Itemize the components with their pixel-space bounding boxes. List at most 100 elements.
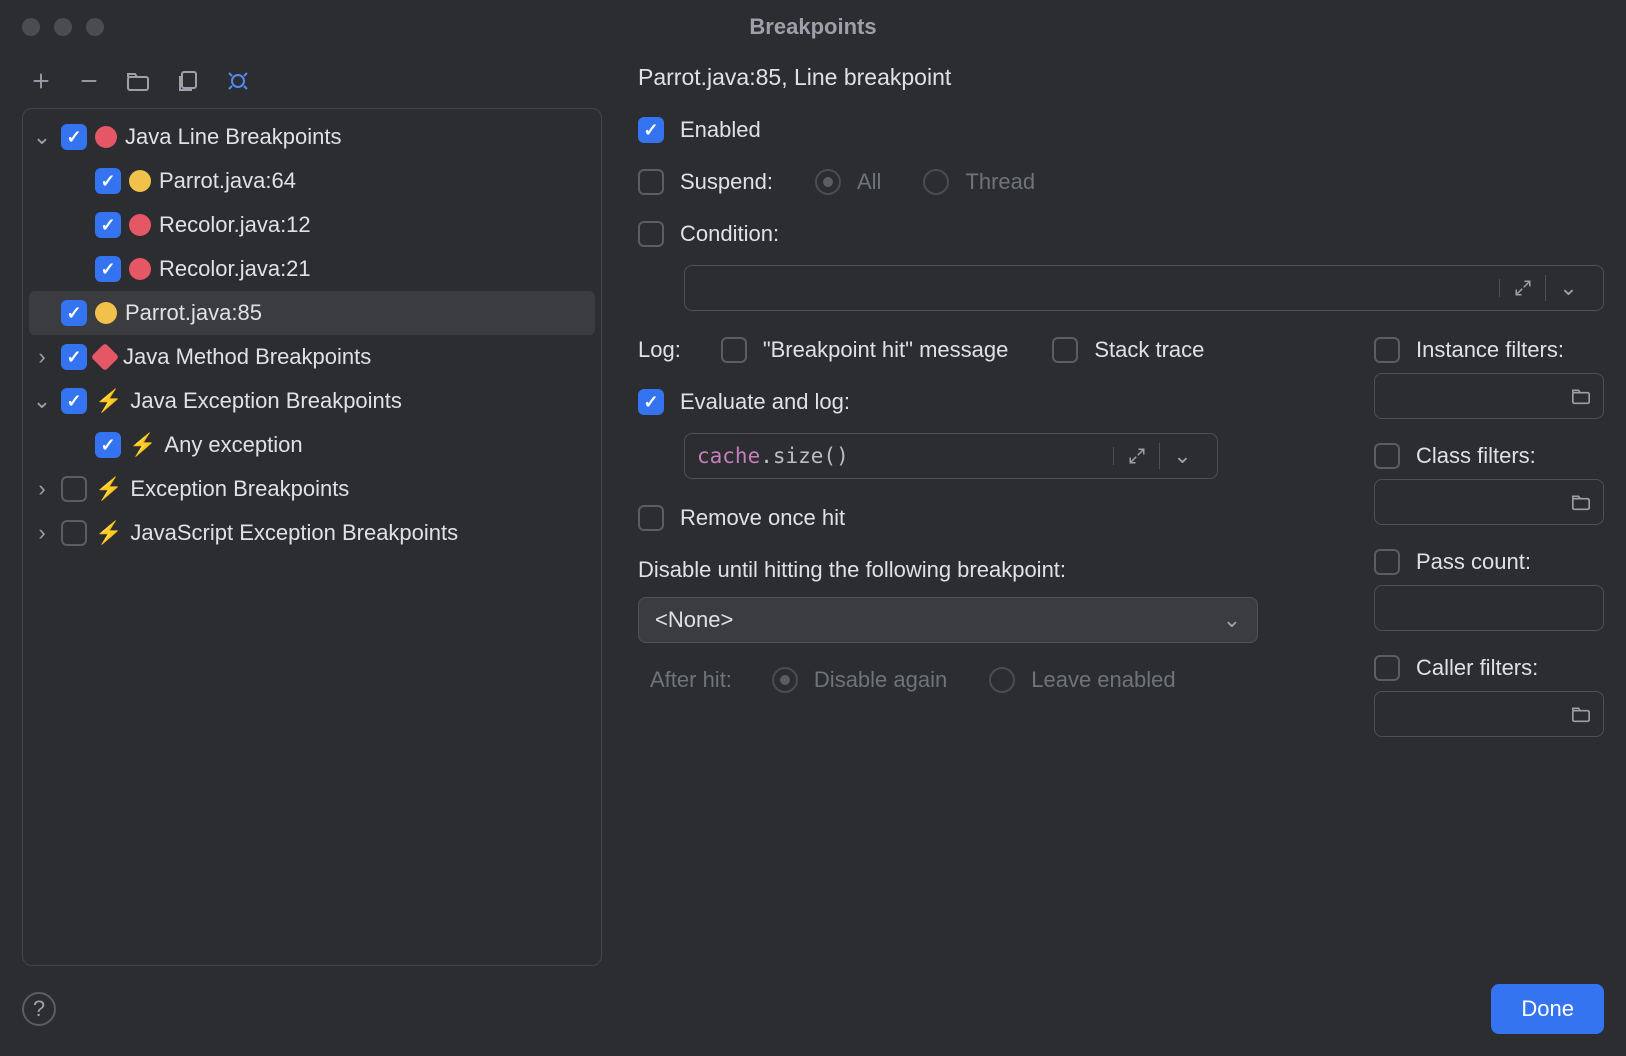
suspend-thread-label: Thread [965, 169, 1035, 195]
checkbox[interactable] [61, 520, 87, 546]
checkbox[interactable] [95, 212, 121, 238]
disable-until-label: Disable until hitting the following brea… [638, 557, 1334, 583]
breakpoint-diamond-icon [91, 343, 119, 371]
window-title: Breakpoints [0, 14, 1626, 40]
breakpoint-circle-icon [95, 126, 117, 148]
caller-filters-checkbox[interactable] [1374, 655, 1400, 681]
folder-icon [1571, 387, 1591, 405]
eval-checkbox[interactable] [638, 389, 664, 415]
log-hit-label: "Breakpoint hit" message [763, 337, 1009, 363]
checkbox[interactable] [61, 476, 87, 502]
caller-filters-label: Caller filters: [1416, 655, 1538, 681]
tree-item[interactable]: Parrot.java:64 [23, 159, 601, 203]
bolt-icon: ⚡ [95, 388, 122, 414]
suspend-thread-radio[interactable] [923, 169, 949, 195]
bolt-icon: ⚡ [95, 520, 122, 546]
expand-icon[interactable] [1499, 279, 1545, 297]
folder-icon [1571, 705, 1591, 723]
suspend-all-label: All [857, 169, 881, 195]
log-label: Log: [638, 337, 681, 363]
suspend-all-radio[interactable] [815, 169, 841, 195]
after-hit-leave-radio[interactable] [989, 667, 1015, 693]
folder-icon [1571, 493, 1591, 511]
instance-filters-checkbox[interactable] [1374, 337, 1400, 363]
breakpoints-toolbar [22, 64, 602, 108]
remove-once-label: Remove once hit [680, 505, 845, 531]
instance-filters-label: Instance filters: [1416, 337, 1564, 363]
log-stack-label: Stack trace [1094, 337, 1204, 363]
pass-count-checkbox[interactable] [1374, 549, 1400, 575]
tree-label: Recolor.java:12 [159, 212, 311, 238]
tree-label: Java Line Breakpoints [125, 124, 341, 150]
eval-code-rest: .size() [760, 444, 849, 468]
tree-item-selected[interactable]: Parrot.java:85 [29, 291, 595, 335]
tree-group-exception[interactable]: › ⚡ Exception Breakpoints [23, 467, 601, 511]
eval-input[interactable]: cache.size() ⌄ [684, 433, 1218, 479]
chevron-down-icon[interactable]: ⌄ [31, 124, 53, 150]
chevron-down-icon[interactable]: ⌄ [1159, 443, 1205, 469]
condition-input[interactable]: ⌄ [684, 265, 1604, 311]
pass-count-input[interactable] [1374, 585, 1604, 631]
breakpoint-circle-icon [129, 170, 151, 192]
log-stack-checkbox[interactable] [1052, 337, 1078, 363]
breakpoint-circle-icon [129, 214, 151, 236]
tree-label: Java Method Breakpoints [123, 344, 371, 370]
chevron-down-icon[interactable]: ⌄ [31, 388, 53, 414]
tree-label: Exception Breakpoints [130, 476, 349, 502]
enabled-label: Enabled [680, 117, 761, 143]
tree-label: Java Exception Breakpoints [130, 388, 402, 414]
tree-item[interactable]: Recolor.java:21 [23, 247, 601, 291]
class-filters-checkbox[interactable] [1374, 443, 1400, 469]
tree-label: JavaScript Exception Breakpoints [130, 520, 458, 546]
disable-until-select[interactable]: <None> ⌄ [638, 597, 1258, 643]
chevron-right-icon[interactable]: › [31, 520, 53, 546]
condition-label: Condition: [680, 221, 779, 247]
breakpoint-title: Parrot.java:85, Line breakpoint [638, 64, 1604, 91]
group-by-file-icon[interactable] [176, 70, 200, 92]
tree-label: Parrot.java:64 [159, 168, 296, 194]
checkbox[interactable] [61, 344, 87, 370]
checkbox[interactable] [61, 124, 87, 150]
tree-item[interactable]: Recolor.java:12 [23, 203, 601, 247]
help-button[interactable]: ? [22, 992, 56, 1026]
after-hit-disable-radio[interactable] [772, 667, 798, 693]
expand-icon[interactable] [1113, 447, 1159, 465]
checkbox[interactable] [95, 432, 121, 458]
group-by-package-icon[interactable] [126, 70, 150, 92]
enabled-checkbox[interactable] [638, 117, 664, 143]
chevron-down-icon[interactable]: ⌄ [1545, 275, 1591, 301]
tree-item[interactable]: ⚡ Any exception [23, 423, 601, 467]
bolt-icon: ⚡ [129, 432, 156, 458]
condition-checkbox[interactable] [638, 221, 664, 247]
after-hit-label: After hit: [650, 667, 732, 693]
add-icon[interactable] [30, 70, 52, 92]
checkbox[interactable] [61, 388, 87, 414]
checkbox[interactable] [95, 168, 121, 194]
chevron-right-icon[interactable]: › [31, 476, 53, 502]
tree-group-java-exception[interactable]: ⌄ ⚡ Java Exception Breakpoints [23, 379, 601, 423]
checkbox[interactable] [95, 256, 121, 282]
bolt-icon: ⚡ [95, 476, 122, 502]
breakpoints-tree[interactable]: ⌄ Java Line Breakpoints Parrot.java:64 R… [22, 108, 602, 966]
after-hit-disable-label: Disable again [814, 667, 947, 693]
suspend-checkbox[interactable] [638, 169, 664, 195]
instance-filters-input[interactable] [1374, 373, 1604, 419]
view-breakpoints-icon[interactable] [226, 70, 250, 92]
tree-group-java-method[interactable]: › Java Method Breakpoints [23, 335, 601, 379]
tree-group-js-exception[interactable]: › ⚡ JavaScript Exception Breakpoints [23, 511, 601, 555]
pass-count-label: Pass count: [1416, 549, 1531, 575]
log-hit-checkbox[interactable] [721, 337, 747, 363]
checkbox[interactable] [61, 300, 87, 326]
disable-until-value: <None> [655, 607, 733, 633]
caller-filters-input[interactable] [1374, 691, 1604, 737]
remove-once-checkbox[interactable] [638, 505, 664, 531]
remove-icon[interactable] [78, 70, 100, 92]
chevron-right-icon[interactable]: › [31, 344, 53, 370]
done-button[interactable]: Done [1491, 984, 1604, 1034]
class-filters-input[interactable] [1374, 479, 1604, 525]
eval-code-id: cache [697, 444, 760, 468]
tree-group-java-line[interactable]: ⌄ Java Line Breakpoints [23, 115, 601, 159]
breakpoint-circle-icon [95, 302, 117, 324]
chevron-down-icon: ⌄ [1223, 607, 1241, 633]
tree-label: Parrot.java:85 [125, 300, 262, 326]
